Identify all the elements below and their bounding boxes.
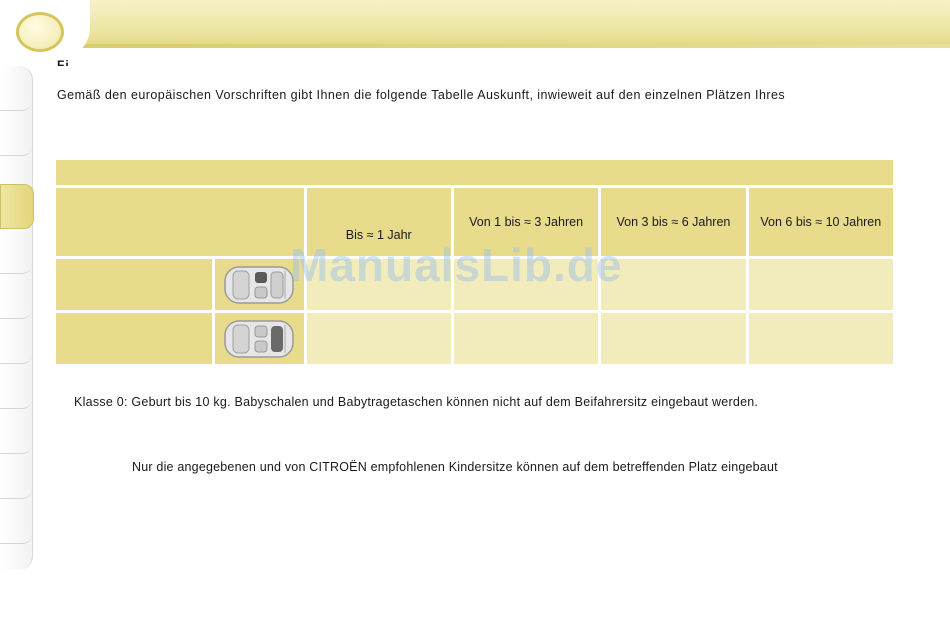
row-label-cell bbox=[56, 313, 212, 364]
column-header-3: Von 3 bis ≈ 6 Jahren bbox=[601, 188, 746, 256]
page-heading: Fi bbox=[57, 58, 70, 66]
chapter-tab-7[interactable] bbox=[0, 364, 32, 409]
chapter-tab-8[interactable] bbox=[0, 409, 32, 454]
note-citroen: Nur die angegebenen und von CITROËN empf… bbox=[132, 460, 778, 474]
seat-position-cell bbox=[215, 313, 304, 364]
table-title-cell bbox=[56, 160, 893, 185]
chapter-tab-4[interactable] bbox=[0, 229, 32, 274]
chapter-tab-5[interactable] bbox=[0, 274, 32, 319]
column-header-4: Von 6 bis ≈ 10 Jahren bbox=[748, 188, 893, 256]
car-front-seat-icon bbox=[224, 265, 295, 304]
chapter-tab-6[interactable] bbox=[0, 319, 32, 364]
note-class-0: Klasse 0: Geburt bis 10 kg. Babyschalen … bbox=[74, 395, 759, 409]
row-label-cell bbox=[56, 259, 212, 310]
chapter-badge bbox=[16, 12, 64, 52]
cell-r1-c4 bbox=[748, 259, 893, 310]
cell-r2-c1 bbox=[306, 313, 451, 364]
chapter-tab-2[interactable] bbox=[0, 111, 32, 156]
chapter-tab-9[interactable] bbox=[0, 454, 32, 499]
cell-r2-c3 bbox=[601, 313, 746, 364]
table-row bbox=[56, 313, 893, 364]
watermark: ManualsLib.de bbox=[290, 239, 623, 291]
chapter-tab-rail bbox=[0, 66, 34, 570]
table-title-row bbox=[56, 160, 893, 185]
intro-paragraph: Gemäß den europäischen Vorschriften gibt… bbox=[57, 88, 786, 102]
cell-r2-c2 bbox=[453, 313, 599, 364]
chapter-tab-1[interactable] bbox=[0, 66, 32, 111]
cell-r1-c3 bbox=[601, 259, 746, 310]
header-corner-cell bbox=[56, 188, 304, 256]
car-rear-seat-icon bbox=[224, 319, 295, 358]
cell-r2-c4 bbox=[748, 313, 893, 364]
chapter-tab-10[interactable] bbox=[0, 499, 32, 544]
header-band bbox=[0, 0, 950, 48]
chapter-tab-active[interactable] bbox=[0, 184, 34, 229]
